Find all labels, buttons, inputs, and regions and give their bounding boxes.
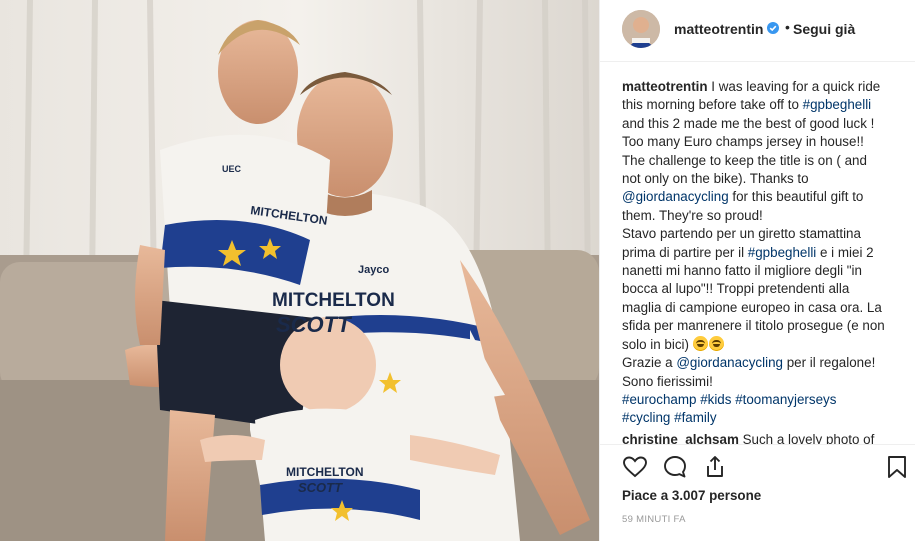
avatar-image [622,10,660,48]
boy-jersey-uec-text: UEC [222,164,242,174]
hashtag-link[interactable]: #gpbeghelli [748,245,817,260]
comment-text: Such a lovely photo of [738,431,875,444]
hashtag-link[interactable]: #toomanyjerseys [735,392,836,407]
verified-badge-icon [767,22,779,34]
avatar[interactable] [622,10,660,48]
caption-text: and this 2 made me the best of good luck… [622,115,875,187]
caption-text: e i miei 2 nanetti mi hanno fatto il mig… [622,244,885,352]
dad-jersey-team-text: MITCHELTON [272,290,395,311]
following-button[interactable]: Segui già [793,21,855,37]
caption-text: per il regalone! [782,355,876,371]
likes-number: 3.007 [671,488,706,503]
likes-count[interactable]: Piace a 3.007 persone [622,488,761,503]
comment: christine_alchsam Such a lovely photo of [622,431,888,444]
action-bar [622,454,908,480]
post-photo[interactable]: MITCHELTON MITCHELTON SCOTT Jayco MITCHE… [0,0,599,541]
post-side-panel: matteotrentin • Segui già matteotrentin … [599,0,915,541]
family-cycling-photo: MITCHELTON MITCHELTON SCOTT Jayco MITCHE… [0,0,599,541]
dad-jersey-scott-text: SCOTT [276,312,352,337]
hashtag-link[interactable]: #family [674,410,716,425]
post-timestamp[interactable]: 59 MINUTI FA [622,514,686,525]
bookmark-icon[interactable] [884,454,910,480]
heart-outline-icon[interactable] [622,454,648,480]
share-icon[interactable] [702,454,728,480]
baby-jersey-team-text: MITCHELTON [286,465,364,479]
hashtag-link[interactable]: #gpbeghelli [803,97,872,112]
hashtag-link[interactable]: #eurochamp [622,392,696,407]
header-separator-dot: • [785,19,790,35]
caption-text: Sono fierissimi! [622,373,713,389]
comments-area[interactable]: matteotrentin I was leaving for a quick … [622,78,888,444]
comment-bubble-icon[interactable] [662,454,688,480]
grin-emoji-icon [692,335,708,351]
hashtag-link[interactable]: #kids [700,392,731,407]
caption: matteotrentin I was leaving for a quick … [622,78,888,428]
hashtag-link[interactable]: #cycling [622,410,670,425]
caption-username-link[interactable]: matteotrentin [622,79,708,94]
comment-username-link[interactable]: christine_alchsam [622,432,739,444]
dad-jersey-sponsor-text: Jayco [358,264,389,276]
caption-text: Grazie a [622,355,677,371]
post-header: matteotrentin • Segui già [600,0,915,62]
mention-link[interactable]: @giordanacycling [622,189,729,204]
likes-prefix: Piace a [622,488,672,503]
grin-emoji-icon [708,335,724,351]
mention-link[interactable]: @giordanacycling [676,355,783,370]
header-username-link[interactable]: matteotrentin [674,21,763,37]
likes-suffix: persone [705,488,762,503]
baby-jersey-scott-text: SCOTT [298,480,343,495]
divider [600,444,915,445]
